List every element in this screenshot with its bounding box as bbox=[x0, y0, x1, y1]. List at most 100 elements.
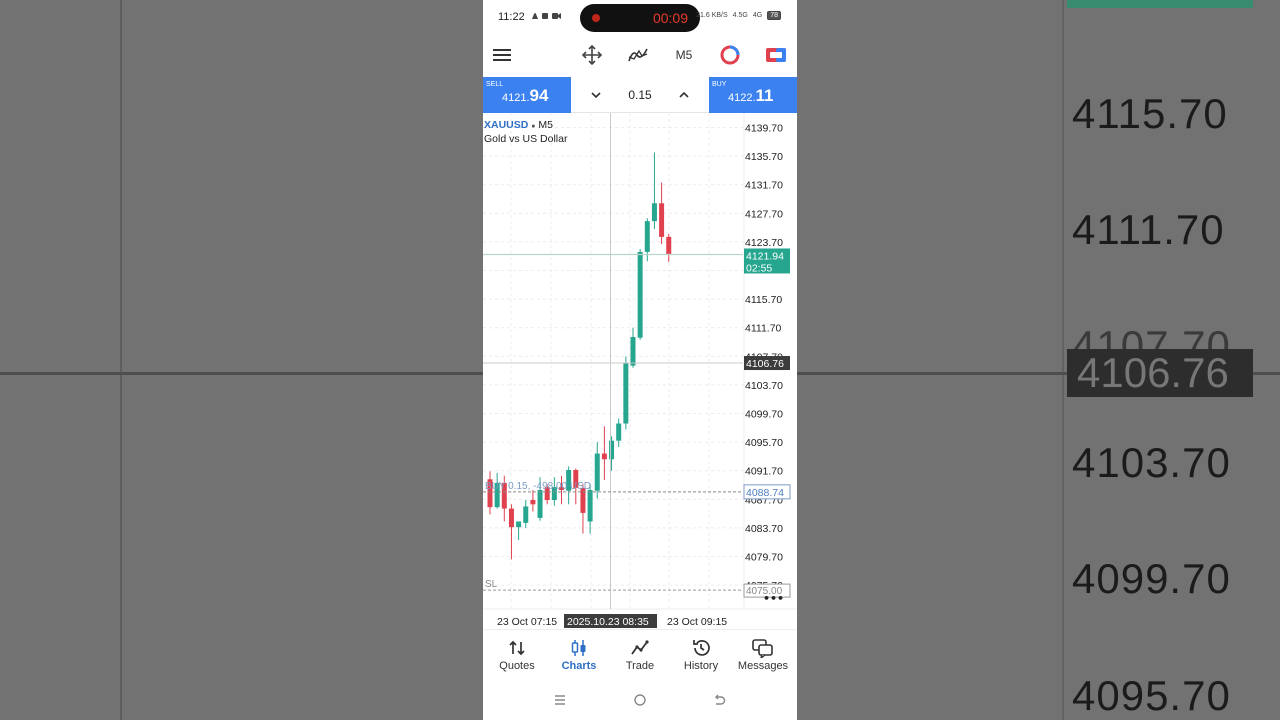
price-tick-label: 4095.70 bbox=[745, 437, 783, 449]
candle-body bbox=[616, 423, 622, 441]
bg-crosshair-tag: 4106.76 bbox=[1067, 349, 1253, 397]
price-tick-label: 4135.70 bbox=[745, 151, 783, 163]
stop-loss-label[interactable]: SL bbox=[485, 579, 498, 590]
system-navigation-bar bbox=[483, 685, 797, 720]
record-dot-icon bbox=[592, 14, 600, 22]
nav-history[interactable]: History bbox=[670, 636, 732, 672]
trade-icon bbox=[631, 640, 649, 655]
position-price-label: 4088.74 bbox=[746, 487, 784, 499]
notification-icon bbox=[532, 13, 561, 19]
sell-price-big: 94 bbox=[529, 86, 549, 105]
more-options-icon[interactable]: ••• bbox=[763, 592, 784, 605]
price-tick-label: 4111.70 bbox=[745, 323, 782, 335]
candle-body bbox=[630, 336, 636, 366]
history-icon bbox=[693, 640, 710, 656]
background-left bbox=[0, 0, 483, 720]
candle-body bbox=[623, 363, 629, 424]
home-button[interactable] bbox=[633, 693, 647, 712]
candlestick-chart[interactable]: BUY 0.15, -498.00 USD SL 4139.70 4135.70 41… bbox=[483, 113, 797, 629]
sell-price: 4121.94 bbox=[502, 86, 548, 106]
candle-body bbox=[530, 500, 536, 505]
charts-icon bbox=[571, 640, 586, 656]
one-click-trade-panel: SELL 4121.94 0.15 BUY 4122.11 bbox=[483, 77, 797, 113]
nav-quotes[interactable]: Quotes bbox=[486, 636, 548, 672]
status-time: 11:22 bbox=[498, 11, 525, 23]
recording-timer: 00:09 bbox=[652, 10, 688, 26]
signal-label: 4.5G bbox=[732, 12, 748, 19]
bg-gridline bbox=[120, 0, 122, 720]
nav-label-history: History bbox=[683, 660, 719, 672]
battery-icon: 78 bbox=[767, 11, 781, 20]
price-tick-label: 4083.70 bbox=[745, 523, 783, 535]
candle-body bbox=[637, 251, 643, 338]
price-tick-label: 4079.70 bbox=[745, 552, 783, 564]
buy-price-prefix: 4122. bbox=[728, 92, 756, 104]
nav-label-quotes: Quotes bbox=[499, 660, 535, 672]
price-chart[interactable]: BUY 0.15, -498.00 USD SL 4139.70 4135.70 41… bbox=[483, 113, 797, 629]
phone-screen: 11:22 00:09 21.6 KB/S 4.5G 4G 78 M5 SELL… bbox=[483, 0, 797, 720]
buy-label: BUY bbox=[712, 81, 727, 88]
candle-body bbox=[644, 221, 650, 252]
sell-button[interactable]: SELL 4121.94 bbox=[483, 77, 571, 113]
chart-timeframe: M5 bbox=[538, 119, 554, 131]
sell-price-prefix: 4121. bbox=[502, 92, 530, 104]
bg-price-tag bbox=[1067, 0, 1253, 8]
bg-price-label: 4099.70 bbox=[1072, 555, 1231, 602]
bg-price-label: 4103.70 bbox=[1072, 439, 1231, 486]
recent-apps-icon bbox=[555, 695, 565, 705]
recent-apps-button[interactable] bbox=[553, 693, 567, 712]
lot-size-field[interactable]: 0.15 bbox=[613, 88, 667, 102]
nav-charts[interactable]: Charts bbox=[548, 636, 610, 672]
color-wheel-icon bbox=[720, 45, 740, 65]
nav-trade[interactable]: Trade bbox=[609, 636, 671, 672]
crosshair-button[interactable] bbox=[579, 42, 605, 68]
position-label[interactable]: BUY 0.15, -498.00 USD bbox=[485, 481, 591, 492]
one-click-trading-button[interactable] bbox=[763, 42, 789, 68]
nav-messages[interactable]: Messages bbox=[732, 636, 794, 672]
symbol-description: Gold vs US Dollar bbox=[484, 133, 568, 145]
candle-body bbox=[651, 203, 657, 222]
time-tick-label: 23 Oct 09:15 bbox=[667, 616, 727, 628]
lot-decrease-button[interactable] bbox=[587, 86, 605, 109]
buy-price-big: 11 bbox=[755, 86, 774, 105]
back-button[interactable] bbox=[712, 693, 726, 712]
chevron-up-icon bbox=[679, 91, 689, 98]
candle-body bbox=[587, 490, 593, 522]
candle-body bbox=[523, 506, 529, 523]
bar-countdown-label: 02:55 bbox=[746, 262, 772, 274]
screen: 4115.70 4111.70 4107.70 4106.76 4103.70 … bbox=[0, 0, 1280, 720]
candle-body bbox=[609, 440, 615, 460]
menu-button[interactable] bbox=[489, 42, 515, 68]
symbol-name: XAUUSD bbox=[484, 119, 529, 131]
time-tick-label: 23 Oct 07:15 bbox=[497, 616, 557, 628]
timeframe-button[interactable]: M5 bbox=[669, 42, 699, 68]
buy-button[interactable]: BUY 4122.11 bbox=[709, 77, 797, 113]
nav-label-messages: Messages bbox=[737, 660, 789, 672]
price-tick-label: 4103.70 bbox=[745, 380, 783, 392]
objects-button[interactable] bbox=[717, 42, 743, 68]
notification-icons bbox=[531, 11, 561, 23]
candle-body bbox=[508, 508, 514, 528]
network-speed: 21.6 KB/S bbox=[696, 12, 728, 19]
bg-price-label: 4111.70 bbox=[1072, 206, 1225, 253]
price-tick-label: 4139.70 bbox=[745, 123, 783, 135]
candle-body bbox=[537, 490, 543, 518]
crosshair-time-label: 2025.10.23 08:35 bbox=[567, 616, 649, 628]
price-tick-label: 4123.70 bbox=[745, 237, 783, 249]
sell-label: SELL bbox=[486, 81, 504, 88]
screen-recording-indicator[interactable]: 00:09 bbox=[580, 4, 700, 32]
current-price-label: 4121.94 bbox=[746, 250, 784, 262]
move-crosshair-icon bbox=[582, 45, 602, 65]
lot-increase-button[interactable] bbox=[675, 86, 693, 109]
back-icon bbox=[715, 694, 726, 705]
nav-label-charts: Charts bbox=[561, 660, 597, 672]
chart-symbol-info: XAUUSD ● M5 Gold vs US Dollar bbox=[484, 119, 567, 146]
bg-price-label: 4095.70 bbox=[1072, 672, 1231, 719]
background-right: 4115.70 4111.70 4107.70 4106.76 4103.70 … bbox=[797, 0, 1280, 720]
indicators-button[interactable] bbox=[625, 42, 651, 68]
price-tick-label: 4091.70 bbox=[745, 466, 783, 478]
signal-label-2: 4G bbox=[752, 12, 763, 19]
quotes-icon bbox=[509, 640, 525, 656]
bg-gridline bbox=[1062, 0, 1064, 720]
price-tick-label: 4115.70 bbox=[745, 294, 782, 306]
